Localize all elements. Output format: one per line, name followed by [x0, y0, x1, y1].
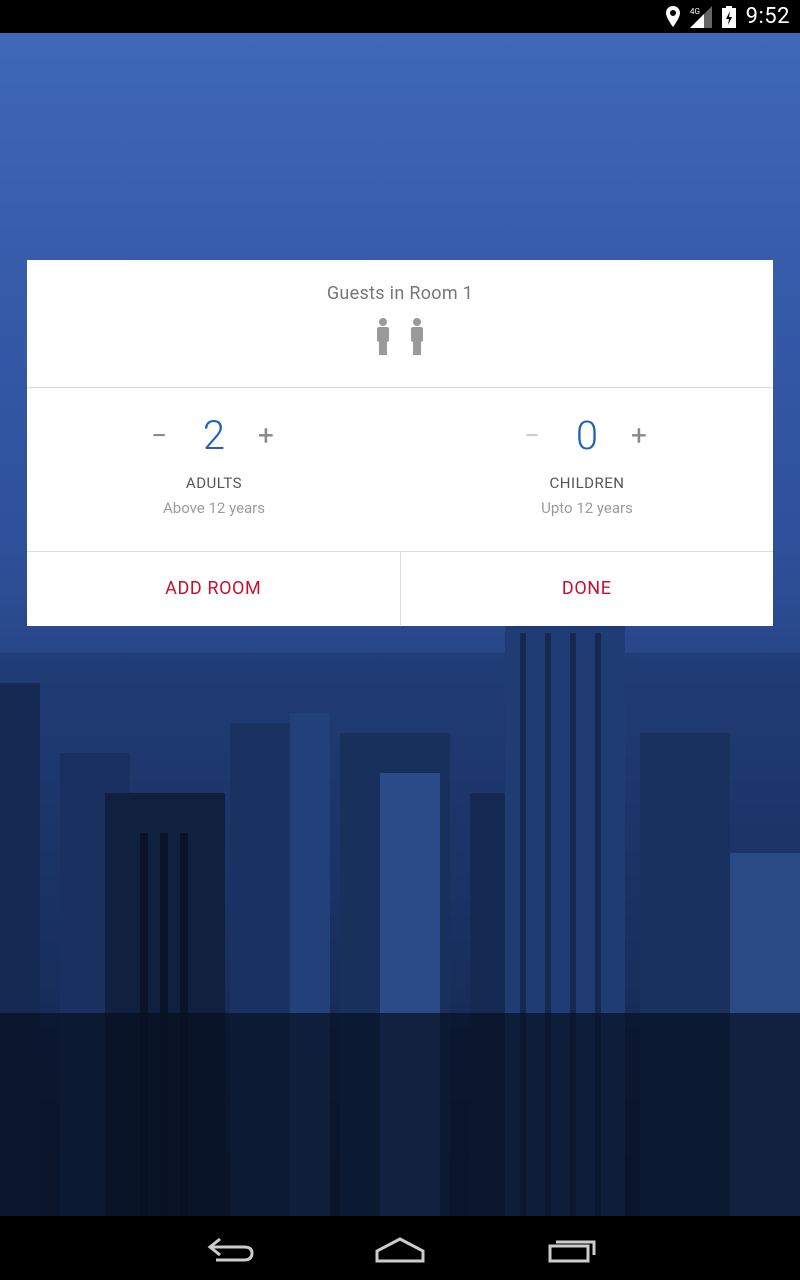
battery-icon: [721, 5, 736, 28]
guest-counters: − 2 + ADULTS Above 12 years − 0 + CHILDR…: [27, 388, 773, 552]
children-stepper: − 0 +: [437, 412, 737, 466]
navigation-bar: [0, 1216, 800, 1280]
clock: 9:52: [745, 4, 790, 29]
children-counter: − 0 + CHILDREN Upto 12 years: [437, 388, 737, 552]
location-icon: [665, 5, 680, 28]
adults-stepper: − 2 +: [64, 412, 364, 466]
guests-dialog: Guests in Room 1 − 2 + ADULTS Above 12 y…: [27, 260, 773, 626]
status-bar: 4G 9:52: [0, 0, 800, 33]
person-icon: [409, 318, 425, 359]
back-button[interactable]: [200, 1230, 260, 1270]
children-label: CHILDREN: [549, 474, 625, 492]
children-value: 0: [575, 412, 599, 459]
adults-counter: − 2 + ADULTS Above 12 years: [64, 388, 364, 552]
adults-increment-button[interactable]: +: [251, 416, 281, 456]
dialog-header: Guests in Room 1: [27, 260, 773, 388]
back-icon: [207, 1237, 254, 1262]
dialog-title: Guests in Room 1: [326, 283, 474, 304]
add-room-button[interactable]: ADD ROOM: [27, 552, 400, 625]
adults-decrement-button[interactable]: −: [144, 416, 174, 456]
dialog-actions: ADD ROOM DONE: [27, 552, 773, 625]
home-button[interactable]: [370, 1230, 430, 1270]
children-age-hint: Upto 12 years: [541, 499, 633, 517]
guest-icons: [27, 318, 773, 359]
children-decrement-button[interactable]: −: [517, 416, 547, 456]
children-increment-button[interactable]: +: [624, 416, 654, 456]
done-button[interactable]: DONE: [399, 552, 774, 625]
signal-icon: 4G: [689, 5, 712, 28]
adults-age-hint: Above 12 years: [162, 499, 266, 517]
person-icon: [375, 318, 391, 359]
adults-label: ADULTS: [185, 474, 243, 492]
home-icon: [375, 1237, 425, 1263]
recent-apps-button[interactable]: [542, 1230, 602, 1270]
recent-apps-icon: [548, 1240, 596, 1263]
svg-text:4G: 4G: [690, 7, 700, 16]
adults-value: 2: [202, 412, 226, 459]
